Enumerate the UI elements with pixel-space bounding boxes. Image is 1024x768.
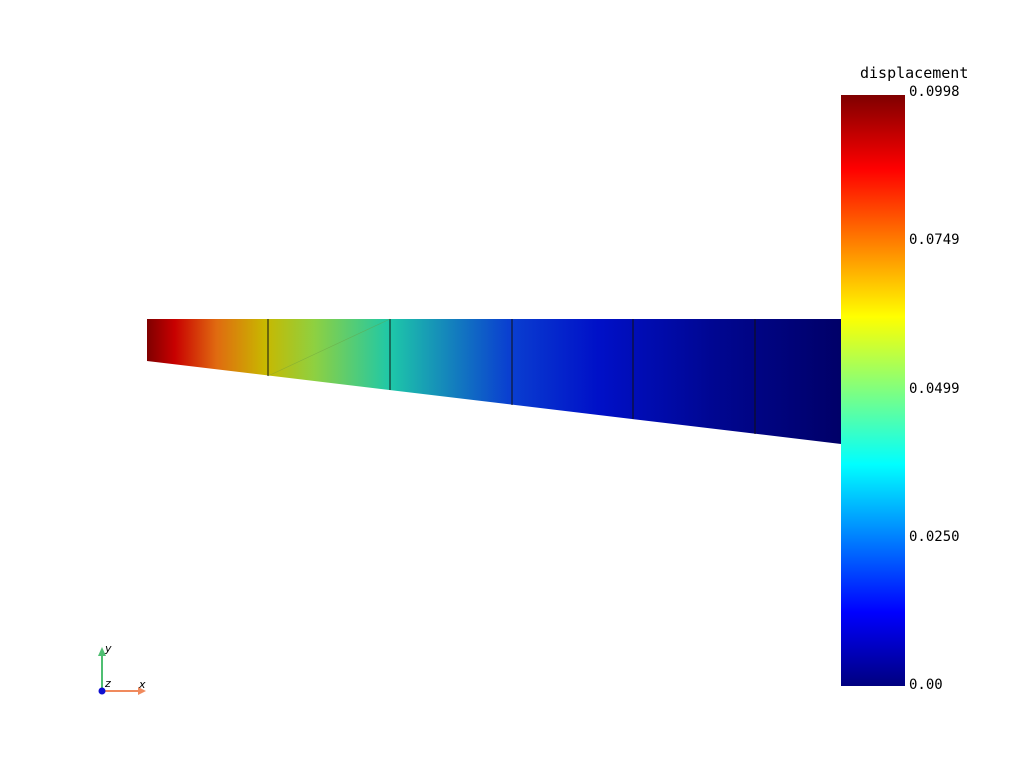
deformed-mesh xyxy=(147,318,841,444)
z-axis-label: z xyxy=(104,677,111,690)
y-axis-label: y xyxy=(104,642,112,655)
colorbar-title: displacement xyxy=(860,64,969,82)
orientation-axes-widget: x y z xyxy=(98,642,146,695)
render-viewport[interactable]: x y z displacement 0.0998 0.0749 0.0499 … xyxy=(0,0,1024,768)
colorbar-tick-label: 0.0250 xyxy=(909,529,960,545)
colorbar-tick-label: 0.0749 xyxy=(909,232,960,248)
colorbar-tick-label: 0.00 xyxy=(909,677,943,693)
beam-surface xyxy=(147,319,841,444)
colorbar-gradient xyxy=(841,95,905,686)
colorbar-tick-label: 0.0998 xyxy=(909,84,960,100)
x-axis-label: x xyxy=(138,678,146,691)
colorbar-tick-label: 0.0499 xyxy=(909,381,960,397)
scene-canvas[interactable]: x y z xyxy=(0,0,1024,768)
